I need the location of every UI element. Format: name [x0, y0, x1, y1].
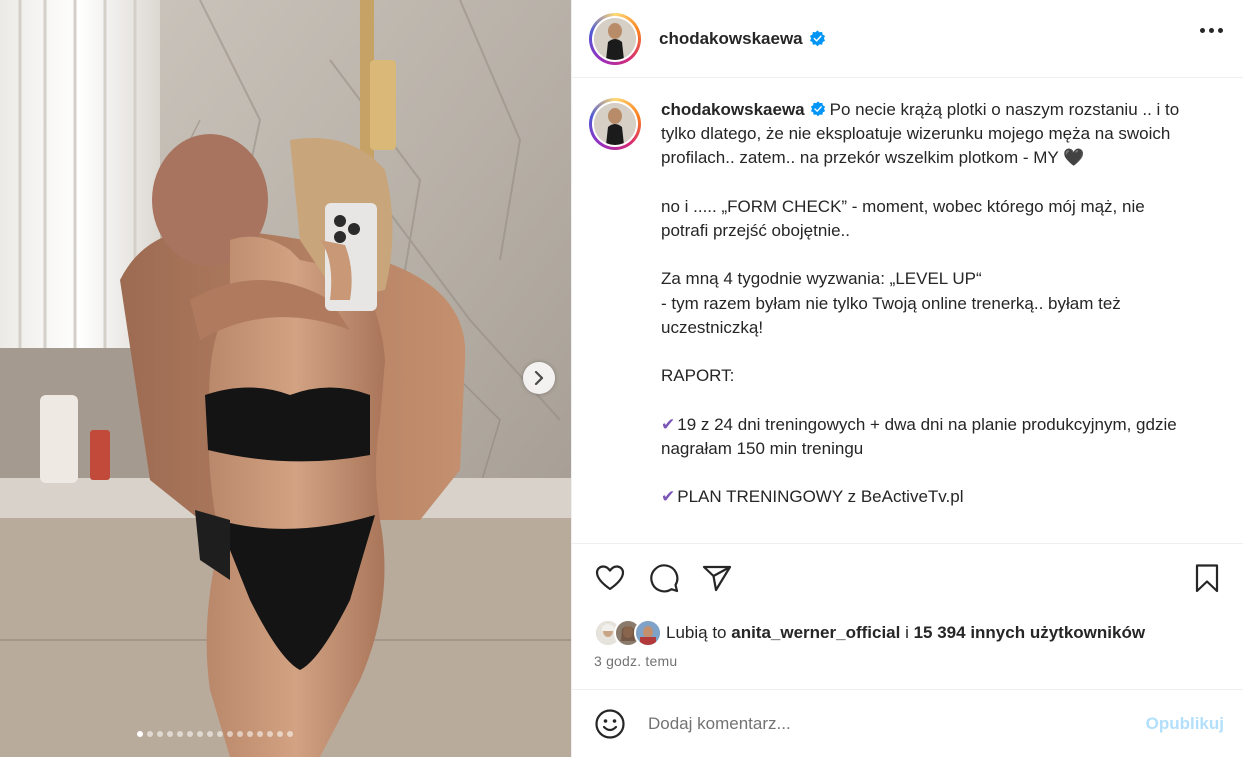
share-button[interactable]: [701, 562, 735, 596]
avatar[interactable]: [589, 12, 641, 65]
likes-joiner: i: [900, 623, 914, 642]
caption-paragraph-1: chodakowskaewa Po necie krążą plotki o na…: [661, 98, 1191, 171]
more-options-button[interactable]: [1200, 28, 1223, 33]
carousel-dot[interactable]: [166, 731, 173, 737]
post-photo: [0, 0, 571, 757]
avatar-image: [594, 17, 636, 60]
post-details: chodakowskaewa chodakowskaewa Po necie k…: [571, 0, 1243, 757]
carousel-dot[interactable]: [156, 731, 163, 737]
liker-avatars: [594, 619, 664, 647]
caption-text-p3-line2: - tym razem byłam nie tylko Twoją online…: [661, 293, 1121, 337]
liker-username-link[interactable]: anita_werner_official: [731, 623, 900, 642]
paper-plane-icon: [702, 565, 732, 592]
carousel-dot[interactable]: [206, 731, 213, 737]
carousel-dot[interactable]: [256, 731, 263, 737]
comment-bubble-icon: [650, 564, 679, 593]
verified-badge-icon: [809, 30, 825, 47]
caption-paragraph-5: ✔ 19 z 24 dni treningowych + dwa dni na p…: [661, 413, 1191, 461]
carousel-dot[interactable]: [196, 731, 203, 737]
likes-prefix: Lubią to: [666, 623, 732, 642]
carousel-dot[interactable]: [286, 731, 293, 737]
comment-bar: Opublikuj: [572, 689, 1243, 757]
carousel-dot[interactable]: [186, 731, 193, 737]
post-timestamp[interactable]: 3 godz. temu: [594, 653, 677, 669]
check-mark-emoji: ✔: [661, 487, 676, 507]
post-header: chodakowskaewa: [572, 0, 1243, 78]
comment-input[interactable]: [648, 713, 1108, 734]
likes-row: Lubią to anita_werner_official i 15 394 …: [594, 619, 1145, 647]
carousel-next-button[interactable]: [523, 362, 555, 394]
heart-icon: [595, 565, 625, 591]
caption-paragraph-2: no i ..... „FORM CHECK” - moment, wobec …: [661, 196, 1145, 240]
likes-others-link[interactable]: 15 394 innych użytkowników: [914, 623, 1145, 642]
ellipsis-icon: [1200, 28, 1205, 33]
carousel-dot[interactable]: [226, 731, 233, 737]
likes-count-text: Lubią to anita_werner_official i 15 394 …: [666, 623, 1145, 643]
carousel-dot[interactable]: [176, 731, 183, 737]
caption-paragraph-4: RAPORT:: [661, 366, 735, 386]
verified-badge-icon: [810, 101, 825, 117]
carousel-dot[interactable]: [216, 731, 223, 737]
black-heart-emoji: 🖤: [1063, 148, 1085, 168]
caption-avatar[interactable]: [589, 98, 641, 150]
caption-paragraph-3: Za mną 4 tygodnie wyzwania: „LEVEL UP“ - …: [661, 267, 1191, 340]
caption-text-p6: PLAN TRENINGOWY z BeActiveTv.pl: [677, 487, 964, 507]
liker-avatar: [634, 619, 662, 647]
smiley-icon: [595, 708, 625, 739]
like-button[interactable]: [594, 562, 628, 596]
caption-text-p5: 19 z 24 dni treningowych + dwa dni na pl…: [661, 414, 1177, 458]
carousel-dot[interactable]: [266, 731, 273, 737]
chevron-right-icon: [534, 371, 544, 385]
check-mark-emoji: ✔: [661, 414, 676, 434]
caption-text-p3-line1: Za mną 4 tygodnie wyzwania: „LEVEL UP“: [661, 269, 982, 289]
post-actions: [594, 562, 1225, 602]
caption-section: chodakowskaewa Po necie krążą plotki o na…: [572, 78, 1243, 544]
caption-username[interactable]: chodakowskaewa: [661, 100, 805, 119]
post-username-link[interactable]: chodakowskaewa: [659, 29, 826, 49]
avatar-image: [594, 103, 636, 145]
carousel-dot[interactable]: [136, 731, 143, 737]
carousel-dot[interactable]: [276, 731, 283, 737]
caption-text: chodakowskaewa Po necie krążą plotki o na…: [661, 98, 1191, 509]
save-button[interactable]: [1191, 562, 1225, 596]
carousel-dots: [0, 731, 571, 737]
carousel-dot[interactable]: [246, 731, 253, 737]
carousel-dot[interactable]: [236, 731, 243, 737]
emoji-picker-button[interactable]: [594, 708, 626, 740]
bookmark-icon: [1195, 564, 1219, 593]
caption-paragraph-6: ✔ PLAN TRENINGOWY z BeActiveTv.pl: [661, 485, 1191, 509]
post-username: chodakowskaewa: [659, 28, 803, 48]
post-media[interactable]: [0, 0, 571, 757]
carousel-dot[interactable]: [146, 731, 153, 737]
comment-button[interactable]: [648, 562, 682, 596]
publish-button[interactable]: Opublikuj: [1146, 714, 1224, 734]
